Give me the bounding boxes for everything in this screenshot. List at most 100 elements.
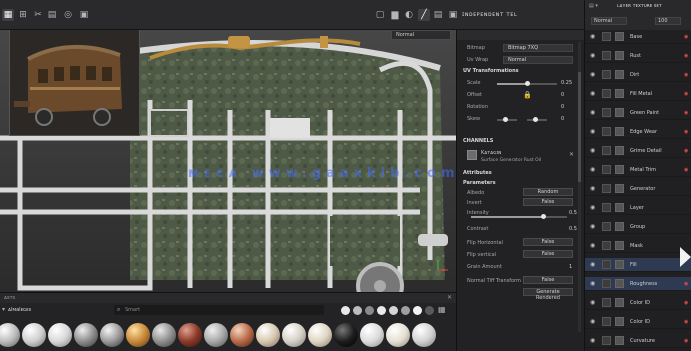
- eye-icon[interactable]: ◉: [590, 71, 595, 78]
- brush-icon[interactable]: ▤: [432, 9, 444, 21]
- eye-icon[interactable]: ◉: [590, 109, 595, 116]
- eye-icon[interactable]: ◉: [590, 90, 595, 97]
- filter-light-icon[interactable]: [377, 306, 386, 315]
- param-albedo-button[interactable]: Random: [523, 188, 573, 196]
- layer-row[interactable]: ◉ Fill: [585, 258, 691, 272]
- material-sphere[interactable]: [412, 323, 436, 347]
- layer-row[interactable]: ◉ Base ◉: [585, 30, 691, 44]
- gear-icon[interactable]: ▢: [374, 9, 386, 21]
- eye-icon[interactable]: ◉: [590, 166, 595, 173]
- layer-row[interactable]: ◉ Mask: [585, 239, 691, 253]
- param-flipv-button[interactable]: False: [523, 250, 573, 258]
- layer-row[interactable]: ◉ Curvature ◉: [585, 334, 691, 348]
- layer-row[interactable]: ◉ Roughness ◉: [585, 277, 691, 291]
- layer-row[interactable]: ◉ Grime Detail ◉: [585, 144, 691, 158]
- material-sphere[interactable]: [386, 323, 410, 347]
- layer-row[interactable]: ◉ Group: [585, 220, 691, 234]
- shelf-tab-materials[interactable]: ᴀlᴍalᴇɢᴇs: [8, 307, 31, 313]
- material-sphere[interactable]: [256, 323, 280, 347]
- chevron-down-icon[interactable]: ▾: [2, 306, 5, 313]
- paint-icon[interactable]: ╱: [418, 9, 430, 21]
- layer-row[interactable]: ◉ Dirt ◉: [585, 68, 691, 82]
- material-sphere[interactable]: [282, 323, 306, 347]
- eye-icon[interactable]: ◉: [590, 223, 595, 230]
- uv-wrap-dropdown[interactable]: Normal: [503, 56, 573, 64]
- 3d-viewport[interactable]: Normal ᴍᴇᴄᴀ www.gaaxkib.com: [0, 30, 456, 292]
- layer-row[interactable]: ◉ Generator: [585, 182, 691, 196]
- filter-bright-icon[interactable]: [413, 306, 422, 315]
- grid-view-icon[interactable]: ▦: [438, 305, 446, 314]
- bitmap-field[interactable]: Bitmap 7XQ: [503, 44, 573, 52]
- layer-row[interactable]: ◉ Fill Metal ◉: [585, 87, 691, 101]
- opacity-field[interactable]: 100: [655, 17, 681, 25]
- viewport-mode-dropdown[interactable]: Normal: [391, 30, 451, 40]
- material-sphere[interactable]: [230, 323, 254, 347]
- grid-icon[interactable]: ⊞: [17, 9, 29, 21]
- param-fliph-button[interactable]: False: [523, 238, 573, 246]
- material-sphere[interactable]: [360, 323, 384, 347]
- param-intensity-slider[interactable]: [471, 214, 567, 219]
- display-icon[interactable]: ▣: [447, 9, 459, 21]
- layer-row[interactable]: ◉ Edge Wear ◉: [585, 125, 691, 139]
- eye-icon[interactable]: ◉: [590, 280, 595, 287]
- shelf-search-input[interactable]: ⌕ Smart: [114, 305, 324, 315]
- filter-shade-icon[interactable]: [401, 306, 410, 315]
- layers-tab-icon[interactable]: ▤ ▾: [589, 3, 598, 9]
- material-sphere[interactable]: [74, 323, 98, 347]
- filter-grey-icon[interactable]: [353, 306, 362, 315]
- target-icon[interactable]: ◎: [62, 9, 74, 21]
- layer-row[interactable]: ◉ Green Paint ◉: [585, 106, 691, 120]
- close-icon[interactable]: ✕: [447, 294, 452, 301]
- properties-scrollbar[interactable]: [578, 42, 581, 332]
- material-sphere[interactable]: [48, 323, 72, 347]
- scissors-icon[interactable]: ✂: [32, 9, 44, 21]
- eye-icon[interactable]: ◉: [590, 204, 595, 211]
- layer-row[interactable]: ◉ Metal Trim ◉: [585, 163, 691, 177]
- material-sphere[interactable]: [126, 323, 150, 347]
- layers-icon[interactable]: ▦: [2, 9, 14, 21]
- parameters-section-header[interactable]: Parameters: [463, 180, 496, 186]
- eye-icon[interactable]: ◉: [590, 318, 595, 325]
- layer-row[interactable]: ◉ Layer: [585, 201, 691, 215]
- ruler-icon[interactable]: ▤: [46, 9, 58, 21]
- blend-mode-dropdown[interactable]: Normal: [591, 17, 627, 25]
- filter-mid-icon[interactable]: [389, 306, 398, 315]
- attributes-section-header[interactable]: Attributes: [463, 170, 492, 176]
- eye-icon[interactable]: ◉: [590, 337, 595, 344]
- generate-button[interactable]: Generate Rendered: [523, 288, 573, 301]
- eye-icon[interactable]: ◉: [590, 299, 595, 306]
- layer-row[interactable]: ◉ Color ID ◉: [585, 296, 691, 310]
- window-icon[interactable]: ▆: [389, 9, 401, 21]
- close-icon[interactable]: ✕: [569, 151, 574, 158]
- material-sphere[interactable]: [22, 323, 46, 347]
- param-normal-button[interactable]: False: [523, 276, 573, 284]
- eye-icon[interactable]: ◉: [590, 52, 595, 59]
- render-icon[interactable]: ◐: [403, 9, 415, 21]
- eye-icon[interactable]: ◉: [590, 242, 595, 249]
- material-sphere[interactable]: [152, 323, 176, 347]
- uv-skew-slider-2[interactable]: [527, 117, 547, 122]
- eye-icon[interactable]: ◉: [590, 185, 595, 192]
- uv-scale-slider[interactable]: [497, 81, 557, 86]
- eye-icon[interactable]: ◉: [590, 128, 595, 135]
- lock-icon[interactable]: 🔒: [523, 91, 532, 99]
- material-sphere[interactable]: [308, 323, 332, 347]
- param-invert-button[interactable]: False: [523, 198, 573, 206]
- eye-icon[interactable]: ◉: [590, 147, 595, 154]
- uv-skew-slider[interactable]: [497, 117, 517, 122]
- layer-badge-icon: ◉: [684, 148, 689, 154]
- channels-section-header[interactable]: CHANNELS: [463, 138, 493, 144]
- filter-white-icon[interactable]: [341, 306, 350, 315]
- eye-icon[interactable]: ◉: [590, 33, 595, 40]
- uv-section-header[interactable]: UV Transformations: [463, 68, 519, 74]
- filter-dark-icon[interactable]: [365, 306, 374, 315]
- layer-row[interactable]: ◉ Rust ◉: [585, 49, 691, 63]
- layer-row[interactable]: ◉ Color ID ◉: [585, 315, 691, 329]
- material-sphere[interactable]: [334, 323, 358, 347]
- material-sphere[interactable]: [178, 323, 202, 347]
- material-sphere[interactable]: [100, 323, 124, 347]
- filter-black-icon[interactable]: [425, 306, 434, 315]
- camera-icon[interactable]: ▣: [78, 9, 90, 21]
- material-sphere[interactable]: [204, 323, 228, 347]
- eye-icon[interactable]: ◉: [590, 261, 595, 268]
